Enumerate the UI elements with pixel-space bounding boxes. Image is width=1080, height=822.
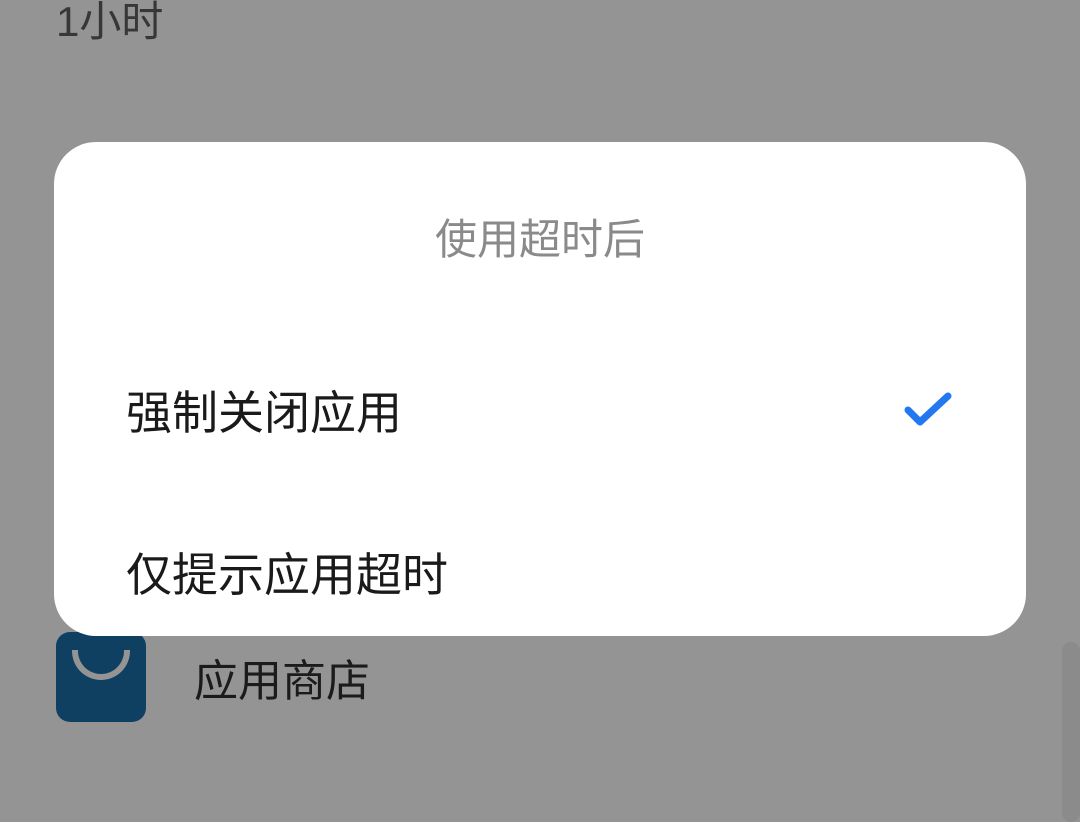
timeout-action-dialog: 使用超时后 强制关闭应用 仅提示应用超时 <box>54 142 1026 636</box>
option-label: 强制关闭应用 <box>126 377 402 443</box>
check-icon <box>902 390 954 430</box>
option-remind-only[interactable]: 仅提示应用超时 <box>54 491 1026 653</box>
option-force-close[interactable]: 强制关闭应用 <box>54 329 1026 491</box>
option-label: 仅提示应用超时 <box>126 539 448 605</box>
dialog-title: 使用超时后 <box>54 206 1026 267</box>
